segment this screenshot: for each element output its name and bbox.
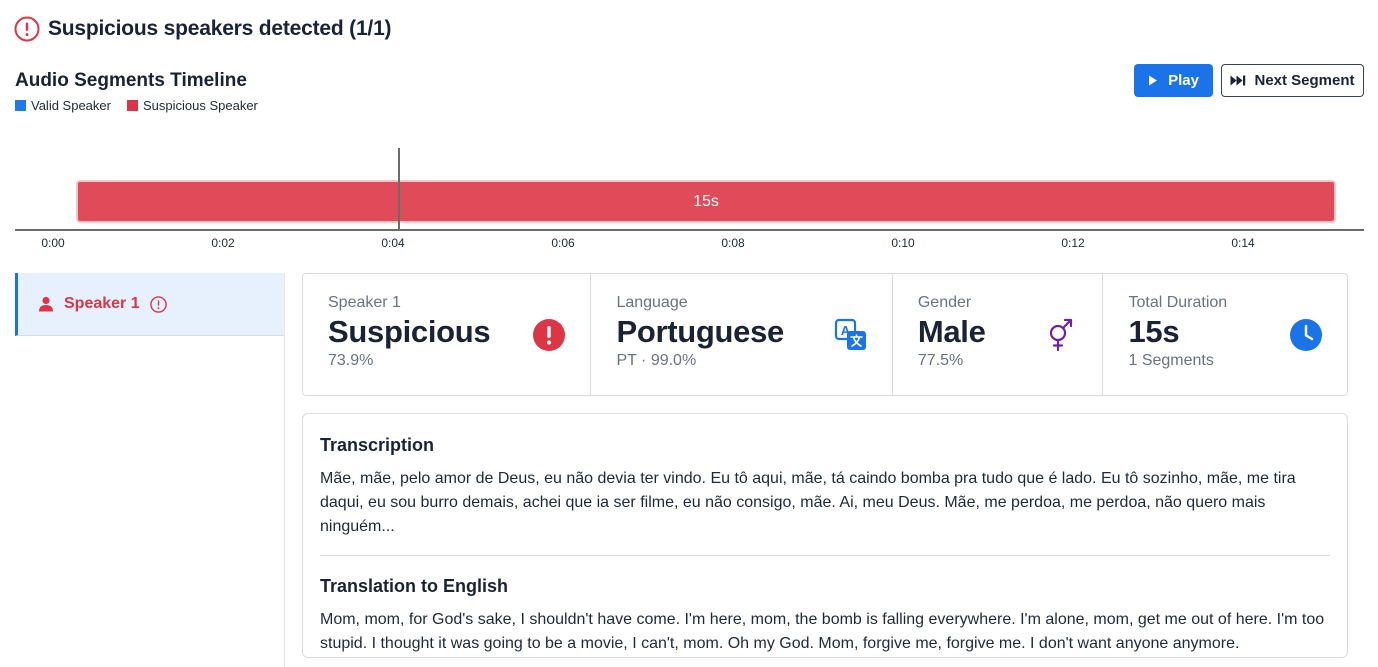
legend-suspicious-swatch bbox=[126, 100, 138, 111]
translation-text: Mom, mom, for God's sake, I shouldn't ha… bbox=[320, 611, 1325, 652]
skip-forward-icon bbox=[1230, 75, 1246, 86]
transcription-text: Mãe, mãe, pelo amor de Deus, eu não devi… bbox=[320, 470, 1296, 535]
gender-icon bbox=[1050, 318, 1073, 352]
tick-label: 0:06 bbox=[551, 236, 575, 250]
stat-label: Language bbox=[616, 294, 688, 311]
sidebar-item-speaker-1[interactable]: Speaker 1 bbox=[15, 273, 284, 336]
timeline-segment-speaker-1[interactable]: 15s bbox=[76, 180, 1336, 223]
timeline-legend: Valid Speaker Suspicious Speaker bbox=[15, 98, 258, 113]
legend-suspicious: Suspicious Speaker bbox=[126, 98, 258, 113]
stat-sub: 73.9% bbox=[328, 352, 374, 369]
stat-language: Language Portuguese PT · 99.0% A bbox=[591, 274, 893, 395]
play-icon bbox=[1149, 75, 1158, 86]
stat-total-duration: Total Duration 15s 1 Segments bbox=[1103, 274, 1347, 395]
stat-speaker-status: Speaker 1 Suspicious 73.9% bbox=[303, 274, 592, 395]
transcription-title: Transcription bbox=[320, 435, 435, 455]
alert-filled-icon bbox=[533, 319, 566, 351]
clock-icon bbox=[1290, 319, 1323, 351]
speaker-name: Speaker 1 bbox=[64, 295, 140, 312]
section-divider bbox=[320, 555, 1330, 556]
next-segment-label: Next Segment bbox=[1254, 72, 1355, 89]
speaker-stats-card: Speaker 1 Suspicious 73.9% Language Port… bbox=[302, 273, 1348, 396]
stat-value: Suspicious bbox=[328, 314, 491, 349]
alert-circle-icon bbox=[149, 295, 167, 313]
audio-timeline[interactable]: 15s 0:00 0:02 0:04 0:06 0:08 0:10 0:12 0… bbox=[0, 140, 1378, 260]
legend-suspicious-label: Suspicious Speaker bbox=[142, 98, 258, 113]
translate-icon: A bbox=[834, 318, 866, 350]
tick-label: 0:08 bbox=[721, 236, 745, 250]
stat-sub: PT · 99.0% bbox=[616, 352, 697, 369]
legend-valid-label: Valid Speaker bbox=[31, 98, 111, 113]
stat-label: Speaker 1 bbox=[328, 294, 401, 311]
tick-label: 0:14 bbox=[1231, 236, 1255, 250]
alert-header: Suspicious speakers detected (1/1) bbox=[14, 16, 392, 42]
play-button-label: Play bbox=[1168, 72, 1199, 89]
timeline-title: Audio Segments Timeline bbox=[15, 70, 247, 91]
sidebar-divider bbox=[284, 273, 285, 667]
alert-circle-icon bbox=[14, 16, 40, 42]
stat-sub: 1 Segments bbox=[1128, 352, 1214, 369]
user-icon bbox=[39, 296, 53, 312]
stat-sub: 77.5% bbox=[917, 352, 964, 369]
legend-valid-swatch bbox=[15, 100, 26, 111]
stat-value: Portuguese bbox=[616, 314, 784, 349]
stat-label: Total Duration bbox=[1128, 294, 1228, 311]
alert-title: Suspicious speakers detected (1/1) bbox=[48, 17, 392, 40]
segment-duration-label: 15s bbox=[693, 192, 719, 210]
tick-label: 0:04 bbox=[381, 236, 405, 250]
stat-gender: Gender Male 77.5% bbox=[893, 274, 1104, 395]
tick-label: 0:10 bbox=[891, 236, 915, 250]
translation-title: Translation to English bbox=[320, 576, 509, 596]
tick-label: 0:00 bbox=[41, 236, 65, 250]
next-segment-button[interactable]: Next Segment bbox=[1221, 64, 1364, 97]
tick-label: 0:02 bbox=[211, 236, 235, 250]
tick-label: 0:12 bbox=[1061, 236, 1085, 250]
play-button[interactable]: Play bbox=[1134, 64, 1213, 97]
playhead[interactable] bbox=[398, 148, 400, 230]
timeline-axis bbox=[15, 229, 1364, 231]
stat-label: Gender bbox=[917, 294, 972, 311]
legend-valid: Valid Speaker bbox=[15, 98, 111, 113]
transcription-card: Transcription Mãe, mãe, pelo amor de Deu… bbox=[302, 413, 1348, 658]
